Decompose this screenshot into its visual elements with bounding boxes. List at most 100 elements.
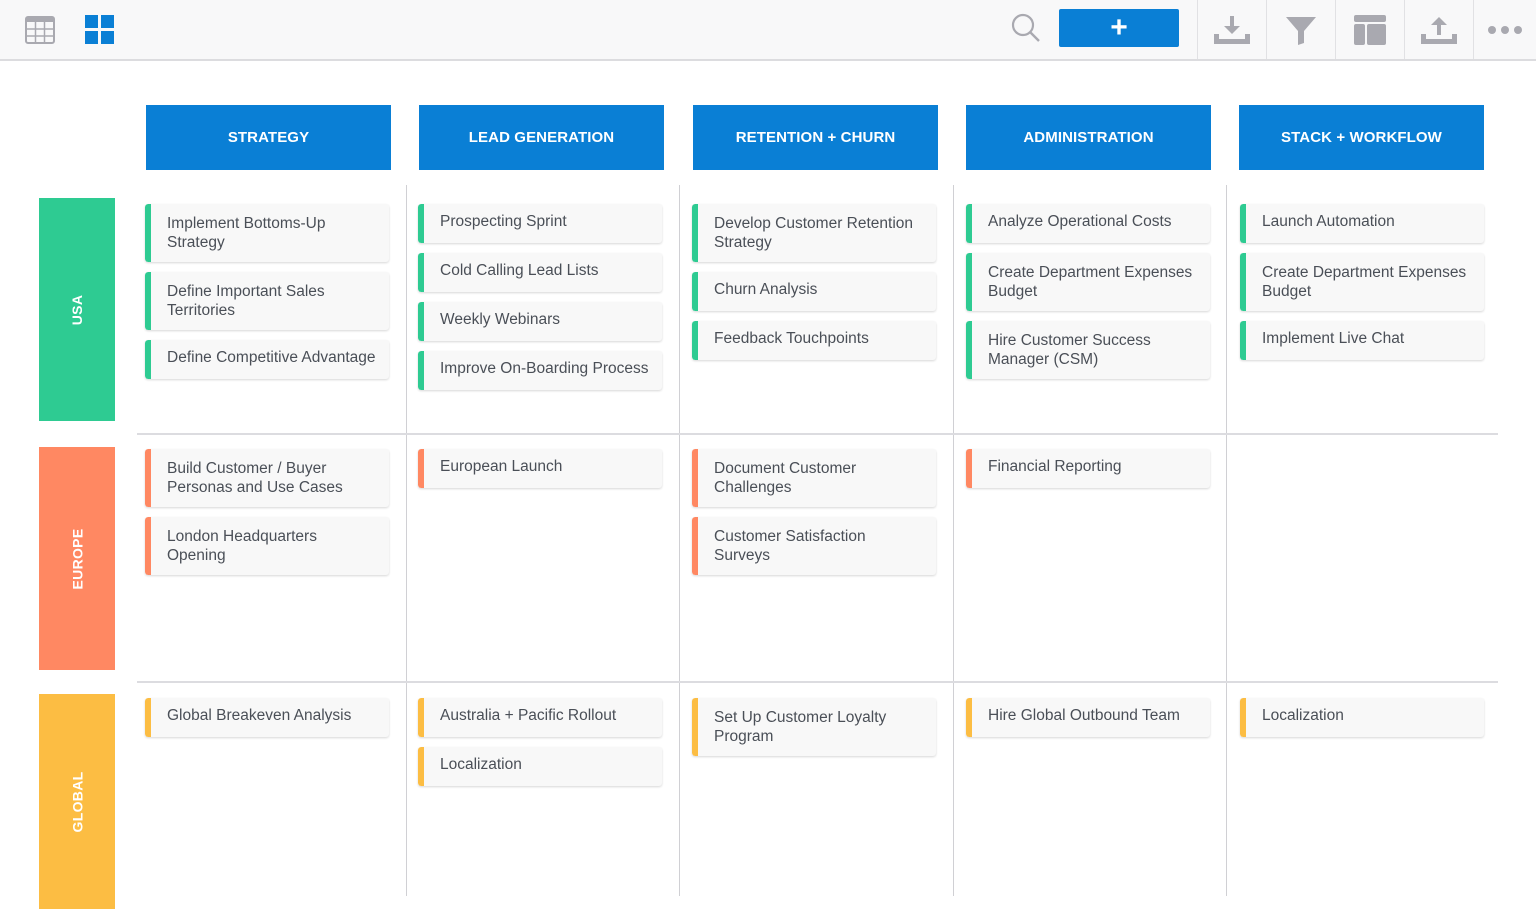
task-card[interactable]: Hire Customer Success Manager (CSM)	[966, 321, 1210, 379]
column-header-retention-churn[interactable]: RETENTION + CHURN	[693, 105, 938, 170]
board-cell: Launch Automation Create Department Expen…	[1240, 204, 1484, 370]
board-cell: Localization	[1240, 698, 1484, 747]
column-header-stack-workflow[interactable]: STACK + WORKFLOW	[1239, 105, 1484, 170]
task-card[interactable]: Document Customer Challenges	[692, 449, 936, 507]
task-card-title: Create Department Expenses Budget	[988, 264, 1193, 300]
task-card-title: Feedback Touchpoints	[714, 330, 869, 347]
board-cell: Develop Customer Retention Strategy Churn…	[692, 204, 936, 370]
toolbar: +	[0, 0, 1536, 61]
task-card-title: Improve On-Boarding Process	[440, 360, 649, 377]
upload-button[interactable]	[1404, 0, 1473, 59]
task-card[interactable]: Implement Bottoms-Up Strategy	[145, 204, 389, 262]
task-card-title: Launch Automation	[1262, 213, 1395, 230]
table-view-icon	[25, 16, 55, 44]
task-card[interactable]: Build Customer / Buyer Personas and Use …	[145, 449, 389, 507]
column-header-lead-generation[interactable]: LEAD GENERATION	[419, 105, 664, 170]
task-card-title: Australia + Pacific Rollout	[440, 707, 617, 724]
task-card-title: Define Important Sales Territories	[167, 283, 325, 319]
board-cell: Set Up Customer Loyalty Program	[692, 698, 936, 766]
task-card[interactable]: Feedback Touchpoints	[692, 321, 936, 360]
board-cell: Australia + Pacific Rollout Localization	[418, 698, 662, 796]
task-card[interactable]: Customer Satisfaction Surveys	[692, 517, 936, 575]
search-button[interactable]	[1008, 10, 1044, 46]
row-label-europe[interactable]: EUROPE	[39, 447, 115, 670]
board-cell: Document Customer Challenges Customer Sat…	[692, 449, 936, 585]
task-card-title: Hire Customer Success Manager (CSM)	[988, 332, 1151, 368]
task-card[interactable]: Weekly Webinars	[418, 302, 662, 341]
task-card[interactable]: Hire Global Outbound Team	[966, 698, 1210, 737]
task-card[interactable]: Churn Analysis	[692, 272, 936, 311]
board-cell: European Launch	[418, 449, 662, 498]
board-cell: Analyze Operational Costs Create Departme…	[966, 204, 1210, 389]
task-card-title: Hire Global Outbound Team	[988, 707, 1180, 724]
task-card-title: Implement Bottoms-Up Strategy	[167, 215, 326, 251]
task-card-title: London Headquarters Opening	[167, 528, 317, 564]
task-card-title: Cold Calling Lead Lists	[440, 262, 599, 279]
column-divider	[953, 185, 954, 896]
plus-icon: +	[1110, 11, 1128, 44]
task-card-title: Analyze Operational Costs	[988, 213, 1172, 230]
task-card[interactable]: Define Important Sales Territories	[145, 272, 389, 330]
task-card[interactable]: Australia + Pacific Rollout	[418, 698, 662, 737]
task-card-title: Create Department Expenses Budget	[1262, 264, 1467, 300]
board-cell: Implement Bottoms-Up Strategy Define Impo…	[145, 204, 389, 389]
task-card-title: Localization	[1262, 707, 1344, 724]
task-card-title: Global Breakeven Analysis	[167, 707, 352, 724]
task-card-title: Prospecting Sprint	[440, 213, 567, 230]
download-icon	[1214, 15, 1250, 44]
row-label-usa[interactable]: USA	[39, 198, 115, 421]
layout-icon	[1354, 14, 1386, 45]
task-card[interactable]: Localization	[1240, 698, 1484, 737]
board-cell: Hire Global Outbound Team	[966, 698, 1210, 747]
row-label-europe-text: EUROPE	[69, 528, 85, 589]
column-divider	[406, 185, 407, 896]
task-card-title: Document Customer Challenges	[714, 460, 857, 496]
task-card-title: Set Up Customer Loyalty Program	[714, 709, 887, 745]
task-card[interactable]: Global Breakeven Analysis	[145, 698, 389, 737]
layout-button[interactable]	[1335, 0, 1404, 59]
task-card[interactable]: Cold Calling Lead Lists	[418, 253, 662, 292]
task-card-title: Weekly Webinars	[440, 311, 561, 328]
task-card[interactable]: Define Competitive Advantage	[145, 340, 389, 379]
board-view-button[interactable]	[84, 14, 116, 46]
task-card[interactable]: Develop Customer Retention Strategy	[692, 204, 936, 262]
row-label-usa-text: USA	[69, 294, 85, 325]
board-view-icon	[85, 15, 114, 44]
task-card-title: Define Competitive Advantage	[167, 349, 376, 366]
task-card-title: Build Customer / Buyer Personas and Use …	[167, 460, 343, 496]
task-card-title: Develop Customer Retention Strategy	[714, 215, 914, 251]
board-cell: Financial Reporting	[966, 449, 1210, 498]
task-card[interactable]: European Launch	[418, 449, 662, 488]
task-card-title: Customer Satisfaction Surveys	[714, 528, 866, 564]
board-cell: Global Breakeven Analysis	[145, 698, 389, 747]
task-card-title: Churn Analysis	[714, 281, 818, 298]
task-card[interactable]: Set Up Customer Loyalty Program	[692, 698, 936, 756]
task-card[interactable]: London Headquarters Opening	[145, 517, 389, 575]
task-card[interactable]: Implement Live Chat	[1240, 321, 1484, 360]
column-header-administration[interactable]: ADMINISTRATION	[966, 105, 1211, 170]
task-card[interactable]: Analyze Operational Costs	[966, 204, 1210, 243]
task-card[interactable]: Improve On-Boarding Process	[418, 351, 662, 390]
task-card-title: Implement Live Chat	[1262, 330, 1405, 347]
download-button[interactable]	[1197, 0, 1266, 59]
task-card-title: European Launch	[440, 458, 563, 475]
add-button[interactable]: +	[1059, 9, 1179, 47]
task-card[interactable]: Create Department Expenses Budget	[966, 253, 1210, 311]
more-icon	[1488, 25, 1522, 34]
row-label-global[interactable]: GLOBAL	[39, 694, 115, 909]
filter-icon	[1286, 16, 1316, 45]
column-divider	[1226, 185, 1227, 896]
table-view-button[interactable]	[24, 14, 56, 46]
filter-button[interactable]	[1266, 0, 1335, 59]
task-card[interactable]: Financial Reporting	[966, 449, 1210, 488]
task-card[interactable]: Create Department Expenses Budget	[1240, 253, 1484, 311]
search-icon	[1011, 13, 1040, 42]
task-card-title: Localization	[440, 756, 522, 773]
task-card-title: Financial Reporting	[988, 458, 1122, 475]
task-card[interactable]: Prospecting Sprint	[418, 204, 662, 243]
more-button[interactable]	[1473, 0, 1536, 59]
task-card[interactable]: Launch Automation	[1240, 204, 1484, 243]
task-card[interactable]: Localization	[418, 747, 662, 786]
column-header-strategy[interactable]: STRATEGY	[146, 105, 391, 170]
row-divider	[137, 433, 1498, 435]
